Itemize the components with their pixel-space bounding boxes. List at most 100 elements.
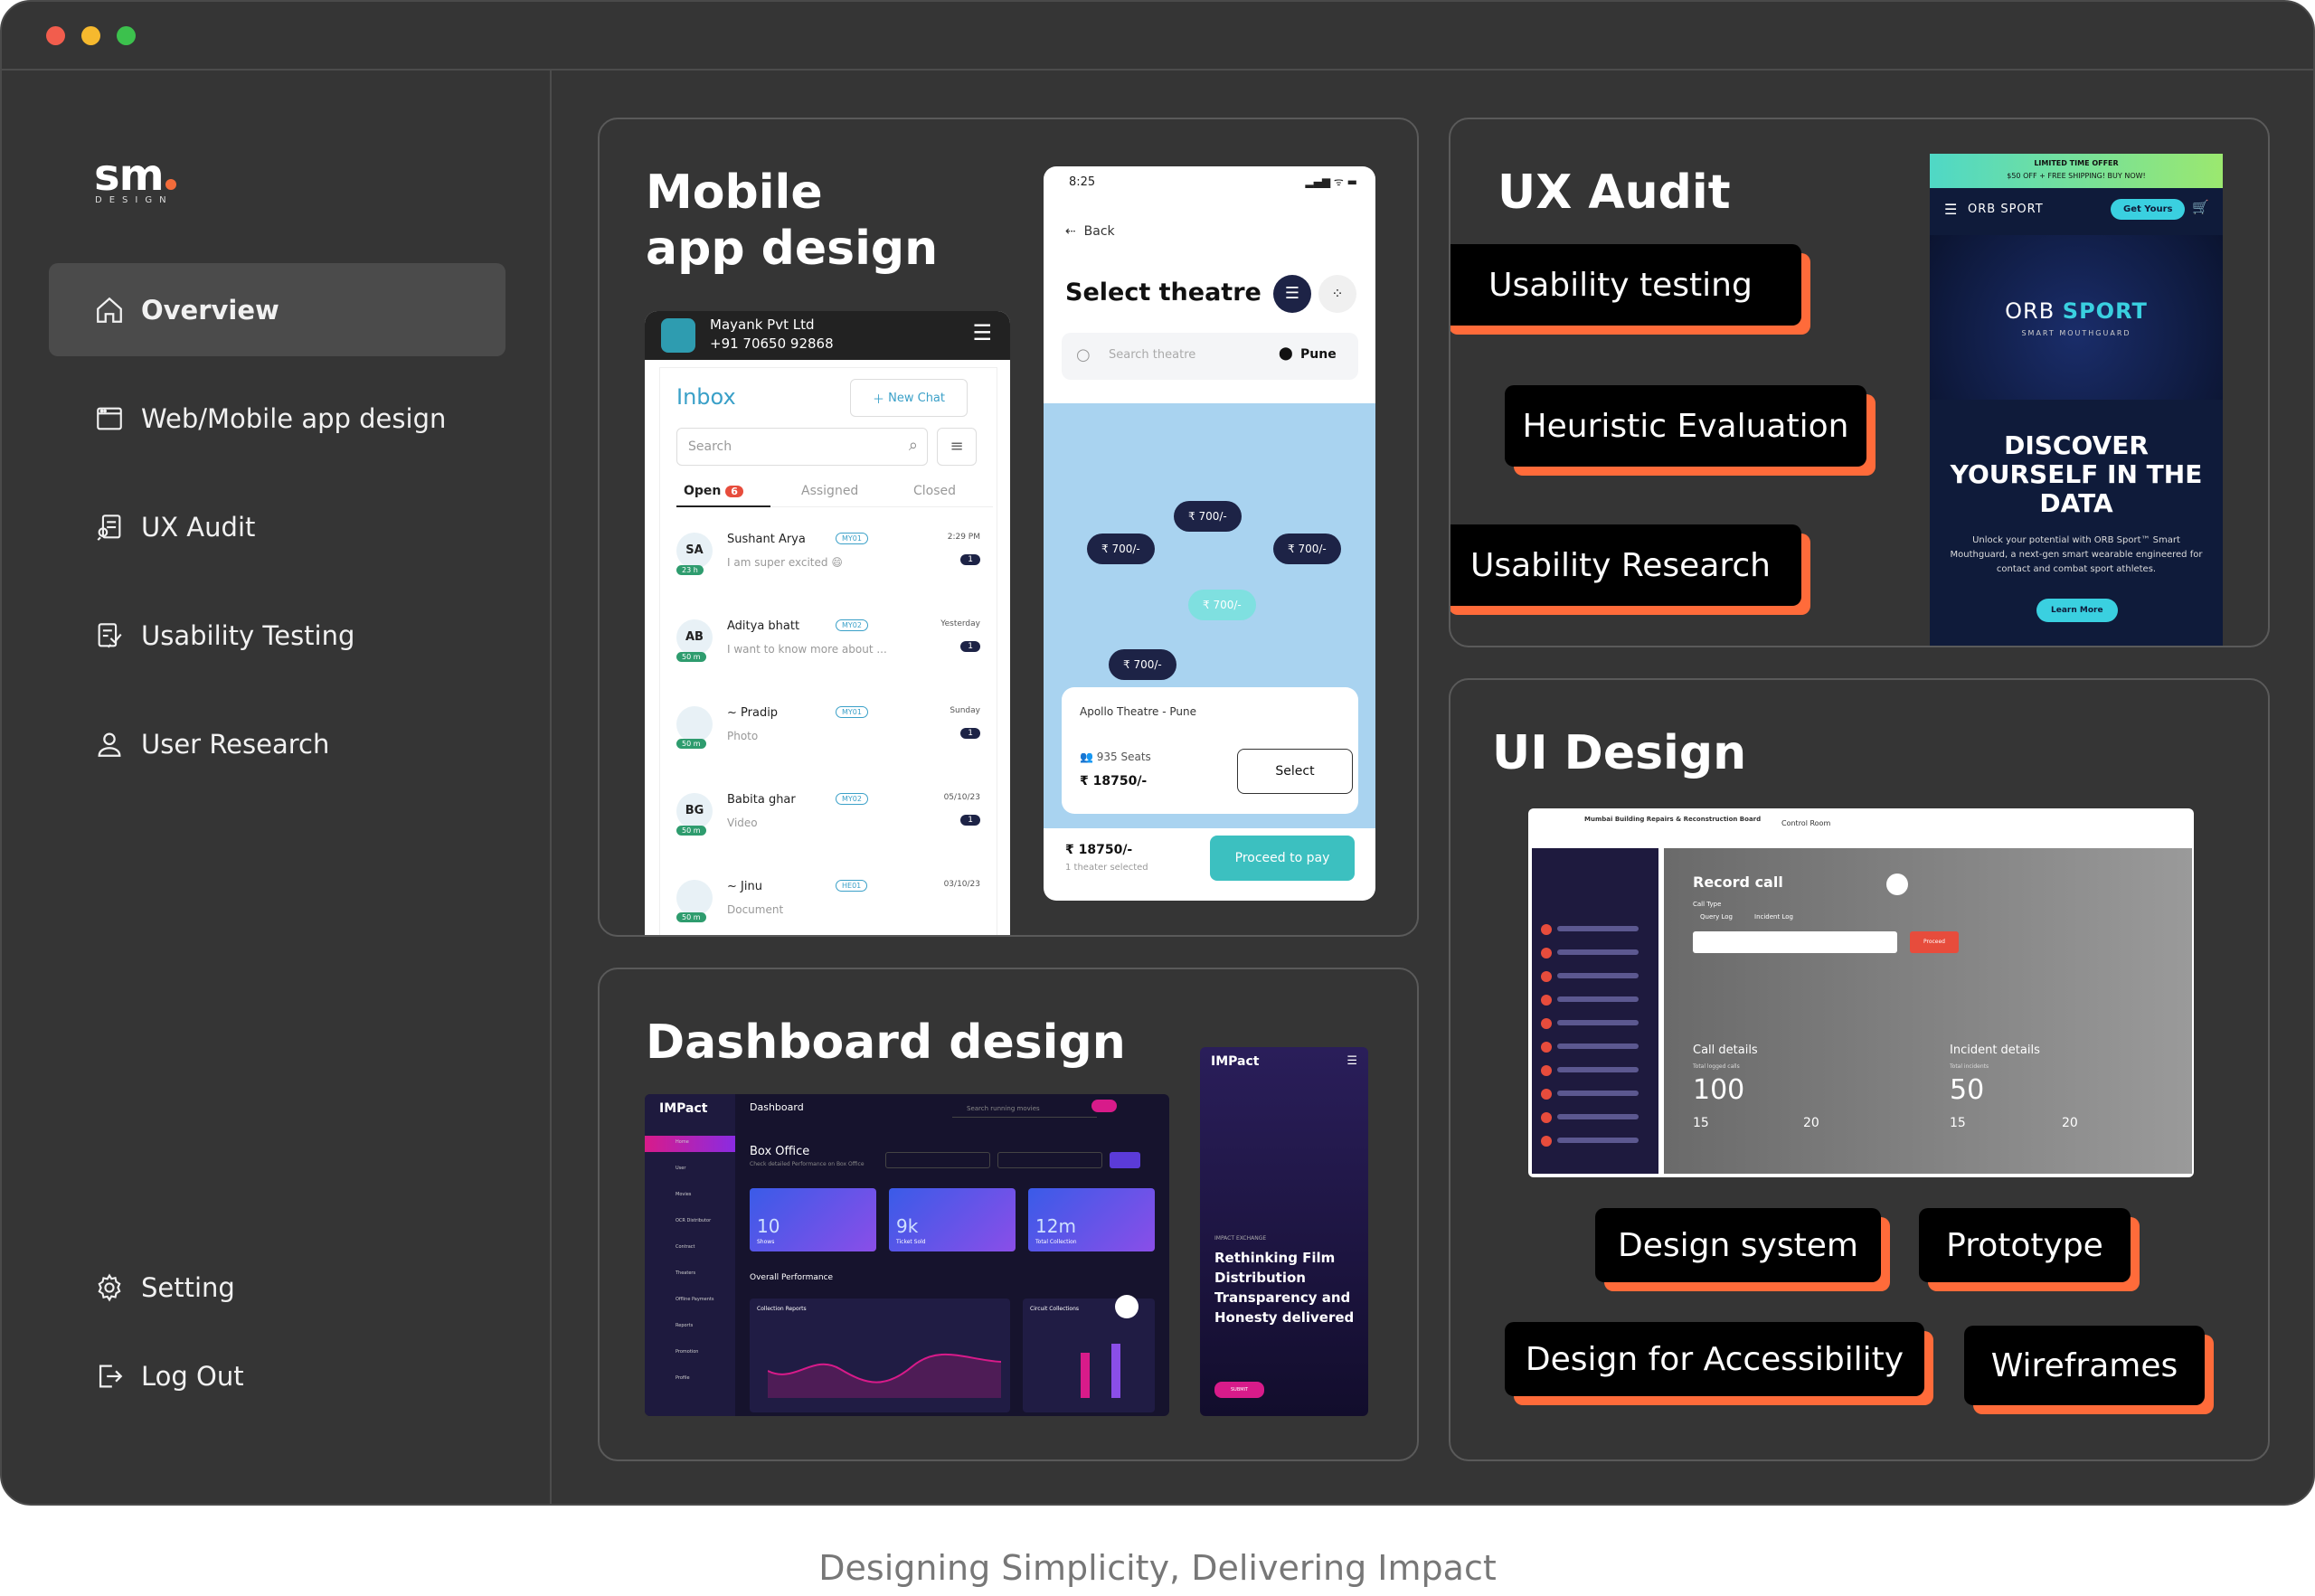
selected-note: 1 theater selected: [1065, 863, 1148, 873]
theatre-pin[interactable]: ₹ 700/-: [1087, 534, 1155, 564]
ui-design-card[interactable]: UI Design Mumbai Building Repairs & Reco…: [1449, 678, 2270, 1461]
call-log-row[interactable]: [1541, 1134, 1649, 1148]
proceed-to-pay-button[interactable]: Proceed to pay: [1210, 836, 1355, 881]
chat-name: ~ Pradip: [727, 706, 779, 720]
call-log-row[interactable]: [1541, 993, 1649, 1007]
hamburger-icon[interactable]: ☰: [1944, 201, 1957, 218]
get-yours-button[interactable]: Get Yours: [2111, 199, 2186, 220]
minimize-window-button[interactable]: [81, 26, 100, 45]
unread-count-badge: 1: [960, 728, 980, 739]
dashboard-menu-item[interactable]: Profile: [676, 1375, 690, 1381]
proceed-button[interactable]: Proceed: [1910, 931, 1959, 953]
phone-number-input[interactable]: [1693, 931, 1897, 953]
offer-banner[interactable]: LIMITED TIME OFFER $50 OFF + FREE SHIPPI…: [1930, 154, 2223, 188]
theatre-pin[interactable]: ₹ 700/-: [1109, 649, 1176, 680]
call-log-row[interactable]: [1541, 1063, 1649, 1078]
tab-open[interactable]: Open 6: [684, 484, 743, 498]
brand-logo[interactable]: sm DESIGN: [94, 154, 176, 205]
radio-query-log[interactable]: Query Log: [1700, 913, 1733, 921]
sidebar-item-ux-audit[interactable]: UX Audit: [49, 480, 506, 573]
hamburger-icon[interactable]: ☰: [1346, 1054, 1357, 1068]
wait-time-badge: 50 m: [676, 826, 706, 836]
tag-heuristic-evaluation[interactable]: Heuristic Evaluation: [1505, 385, 1866, 467]
call-log-row[interactable]: [1541, 1040, 1649, 1054]
sidebar: sm DESIGN Overview Web/Mobile app design…: [2, 71, 552, 1504]
notification-pill[interactable]: [1091, 1100, 1117, 1112]
theatre-pin[interactable]: ₹ 700/-: [1273, 534, 1341, 564]
chat-row[interactable]: SA 23 h Sushant Arya MY01 I am super excited…: [669, 522, 989, 594]
theatre-search-input[interactable]: ○ Search theatre ⬤ Pune: [1062, 333, 1358, 380]
call-log-row[interactable]: [1541, 1016, 1649, 1031]
chat-row[interactable]: 50 m ~ Jinu HE01 Document 03/10/23: [669, 869, 989, 935]
phone-icon[interactable]: [1886, 874, 1908, 895]
chat-row[interactable]: 50 m ~ Pradip MY01 Photo Sunday 1: [669, 695, 989, 768]
tag-design-for-accessibility[interactable]: Design for Accessibility: [1505, 1322, 1924, 1396]
filter-select[interactable]: [997, 1152, 1102, 1168]
hamburger-icon[interactable]: ☰: [972, 322, 992, 344]
browser-window-icon: [97, 407, 122, 430]
unread-count-badge: 1: [960, 554, 980, 565]
inbox-search-input[interactable]: Search ⌕: [676, 428, 928, 466]
tab-closed[interactable]: Closed: [913, 484, 956, 498]
call-log-row[interactable]: [1541, 1087, 1649, 1101]
close-window-button[interactable]: [46, 26, 65, 45]
apply-filter-button[interactable]: [1110, 1152, 1140, 1168]
chat-bubble-icon[interactable]: [1115, 1295, 1139, 1318]
theatre-pin[interactable]: ₹ 700/-: [1174, 501, 1242, 532]
active-tab-underline: [676, 505, 770, 507]
call-log-row[interactable]: [1541, 1110, 1649, 1125]
dashboard-menu-item[interactable]: Movies: [676, 1192, 691, 1197]
sidebar-item-logout[interactable]: Log Out: [49, 1329, 506, 1422]
mobile-app-design-card[interactable]: Mobile app design Mayank Pvt Ltd +91 706…: [598, 118, 1419, 937]
dashboard-menu-item[interactable]: Promotion: [676, 1349, 698, 1355]
ux-audit-card[interactable]: UX Audit Usability testing Heuristic Eva…: [1449, 118, 2270, 647]
filter-icon[interactable]: ≡: [937, 428, 977, 466]
sidebar-item-user-research[interactable]: User Research: [49, 697, 506, 790]
dashboard-menu-item[interactable]: Reports: [676, 1323, 693, 1328]
theatre-pin-selected[interactable]: ₹ 700/-: [1188, 590, 1256, 620]
sidebar-item-overview[interactable]: Overview: [49, 263, 506, 356]
promo-submit-button[interactable]: SUBMIT: [1214, 1382, 1265, 1398]
avatar-initials: AB: [685, 630, 704, 644]
unread-count-badge: 1: [960, 641, 980, 652]
dashboard-design-card[interactable]: Dashboard design IMPact Home User Movies OC…: [598, 968, 1419, 1461]
map-view-icon[interactable]: ⁘: [1318, 275, 1356, 313]
promo-kicker: IMPACT EXCHANGE: [1214, 1235, 1267, 1242]
back-button[interactable]: ⇠ Back: [1065, 224, 1115, 239]
tag-usability-research[interactable]: Usability Research: [1450, 524, 1801, 606]
stat-tile: 10 Shows: [750, 1188, 876, 1251]
new-chat-button[interactable]: ＋ New Chat: [850, 379, 968, 417]
call-log-row[interactable]: [1541, 969, 1649, 984]
call-log-row[interactable]: [1541, 922, 1649, 937]
list-view-icon[interactable]: ☰: [1273, 275, 1311, 313]
radio-incident-log[interactable]: Incident Log: [1754, 913, 1793, 921]
learn-more-button[interactable]: Learn More: [2036, 599, 2118, 622]
sidebar-item-setting[interactable]: Setting: [49, 1241, 506, 1334]
zoom-window-button[interactable]: [117, 26, 136, 45]
cart-icon[interactable]: 🛒: [2192, 199, 2209, 215]
call-row-bar: [1557, 1091, 1639, 1096]
tag-design-system[interactable]: Design system: [1595, 1208, 1881, 1282]
select-theatre-button[interactable]: Select: [1237, 749, 1353, 794]
tab-assigned[interactable]: Assigned: [801, 484, 858, 498]
tag-prototype[interactable]: Prototype: [1919, 1208, 2131, 1282]
dashboard-menu-item[interactable]: Theaters: [676, 1270, 695, 1276]
sidebar-item-usability-testing[interactable]: Usability Testing: [49, 589, 506, 682]
sidebar-item-web-mobile[interactable]: Web/Mobile app design: [49, 372, 506, 465]
call-log-row[interactable]: [1541, 946, 1649, 960]
dashboard-menu-item[interactable]: Contract: [676, 1244, 695, 1250]
tag-wireframes[interactable]: Wireframes: [1964, 1326, 2205, 1405]
chat-row[interactable]: AB 50 m Aditya bhatt MY02 I want to know mor…: [669, 609, 989, 681]
tag-usability-testing[interactable]: Usability testing: [1450, 244, 1801, 326]
call-row-bar: [1557, 1138, 1639, 1143]
dashboard-menu-item[interactable]: User: [676, 1166, 685, 1171]
filter-select[interactable]: [885, 1152, 990, 1168]
dashboard-menu-item[interactable]: Home: [676, 1139, 689, 1145]
search-icon: ○: [1076, 345, 1091, 364]
orb-headline: DATA: [2039, 488, 2113, 518]
chat-row[interactable]: BG 50 m Babita ghar MY02 Video 05/10/23 1: [669, 782, 989, 855]
dashboard-menu-item[interactable]: OCR Distributor: [676, 1218, 711, 1223]
record-call-title: Record call: [1693, 874, 1783, 891]
dashboard-search-input[interactable]: Search running movies: [952, 1100, 1097, 1118]
dashboard-menu-item[interactable]: Offline Payments: [676, 1297, 714, 1302]
